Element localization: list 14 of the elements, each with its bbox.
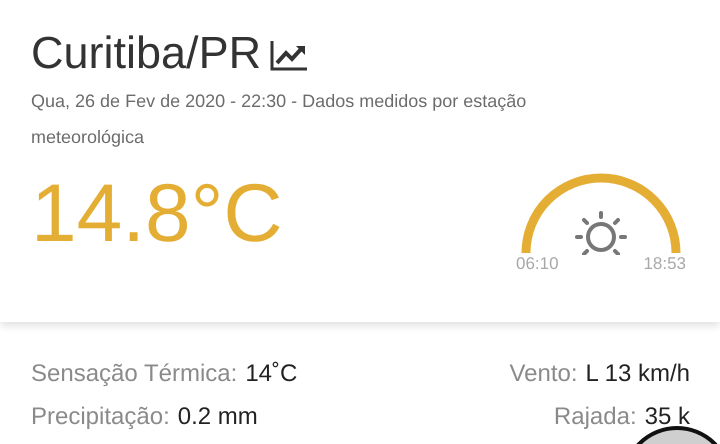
detail-label: Vento: (509, 360, 578, 387)
subtitle: Qua, 26 de Fev de 2020 - 22:30 - Dados medidos por estação meteorológica (31, 90, 528, 149)
sunrise-time: 06:10 (516, 253, 559, 275)
detail-value: 14˚C (245, 360, 298, 387)
chart-icon[interactable] (269, 39, 310, 71)
sunset-time: 18:53 (643, 253, 686, 275)
detail-label: Precipitação: (31, 403, 170, 430)
temperature: 14.8°C (31, 173, 283, 255)
detail-label: Rajada: (554, 403, 637, 430)
detail-value: 0.2 mm (178, 403, 258, 430)
detail-value: L 13 km/h (586, 360, 690, 387)
detail-value: 35 k (644, 403, 690, 430)
city-title: Curitiba/PR (31, 30, 262, 75)
detail-label: Sensação Térmica: (31, 360, 238, 387)
